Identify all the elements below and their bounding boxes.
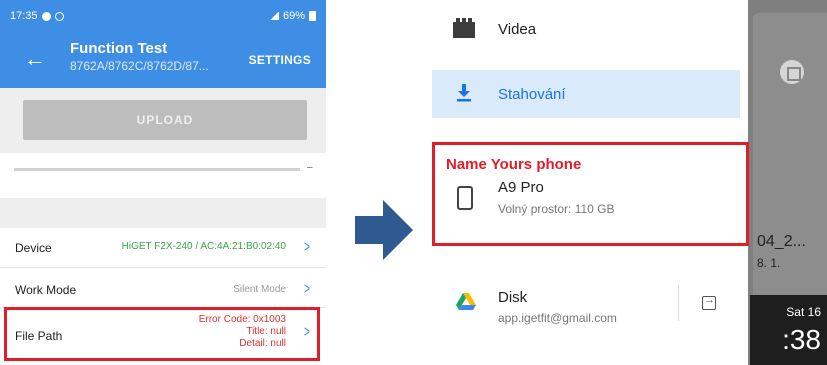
background-file-date: 8. 1. [757, 256, 781, 270]
film-icon [453, 18, 475, 38]
progress-dash: – [307, 162, 313, 173]
background-file-text: 04_2... [757, 233, 806, 250]
drawer-item-stahovani-label: Stahování [498, 86, 566, 103]
status-bar: 17:35 69% [10, 9, 316, 23]
device-row[interactable]: Device HiGET F2X-240 / AC:4A:21:B0:02:40… [0, 228, 326, 268]
page-title: Function Test [70, 40, 168, 57]
fullscreen-icon [780, 60, 804, 84]
disk-account: app.igetfit@gmail.com [498, 311, 617, 325]
progress-bar [14, 168, 300, 171]
notification-icon-2 [54, 11, 64, 21]
page-subtitle: 8762A/8762C/8762D/87... [70, 59, 209, 73]
chevron-right-icon: > [304, 237, 311, 256]
battery-percent: 69% [282, 10, 305, 22]
clock-widget: Sat 16 :38 [750, 295, 827, 365]
clock-date: Sat 16 [786, 305, 821, 319]
drawer-item-stahovani[interactable] [432, 70, 740, 118]
left-phone-screenshot: 17:35 69% ← Function Test 8762A/8762C/87… [0, 0, 326, 365]
chevron-right-icon: > [304, 279, 311, 298]
notification-icon [41, 11, 51, 21]
clock-time: :38 [782, 324, 821, 355]
battery-icon [309, 11, 316, 21]
work-mode-row[interactable]: Work Mode Silent Mode > [0, 268, 326, 308]
section-spacer [0, 198, 326, 228]
right-arrow-icon [355, 200, 413, 260]
right-phone-screenshot: 04_2... 8. 1. Sat 16 :38 Videa Stahování… [420, 0, 827, 365]
divider [678, 285, 679, 321]
download-icon [457, 84, 471, 102]
status-time: 17:35 [10, 10, 38, 22]
work-mode-label: Work Mode [15, 283, 77, 297]
device-value: HiGET F2X-240 / AC:4A:21:B0:02:40 [121, 241, 286, 252]
eject-icon[interactable] [702, 294, 716, 310]
phone-name-highlight-box [432, 142, 749, 246]
work-mode-value: Silent Mode [233, 284, 286, 295]
device-label: Device [15, 241, 52, 255]
drawer-item-videa[interactable]: Videa [498, 21, 536, 38]
signal-icon [268, 12, 279, 20]
upload-button[interactable]: UPLOAD [23, 100, 307, 140]
settings-button[interactable]: SETTINGS [249, 53, 311, 67]
file-path-highlight-box [4, 307, 320, 361]
google-drive-icon [456, 293, 476, 310]
drawer-item-disk[interactable]: Disk [498, 289, 527, 306]
app-bar: 17:35 69% ← Function Test 8762A/8762C/87… [0, 0, 326, 88]
back-arrow-icon[interactable]: ← [24, 48, 46, 70]
